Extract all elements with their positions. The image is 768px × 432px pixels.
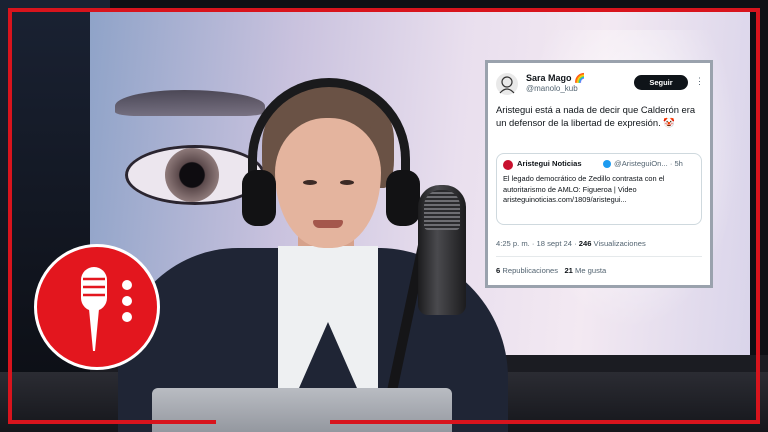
reposts-label[interactable]: Republicaciones (502, 266, 558, 275)
mouth (313, 220, 343, 228)
divider (496, 256, 702, 257)
likes-label[interactable]: Me gusta (575, 266, 606, 275)
reposts-count[interactable]: 6 (496, 266, 500, 275)
quoted-text: El legado democrático de Zedillo contras… (503, 174, 665, 204)
channel-logo (34, 244, 160, 370)
frame-bottom-left (8, 420, 216, 424)
verified-badge-icon (603, 160, 611, 168)
microphone-icon (81, 267, 132, 351)
quoted-avatar (503, 160, 513, 170)
avatar[interactable] (496, 73, 518, 95)
frame-left (8, 8, 12, 424)
avatar-icon (499, 76, 515, 94)
tweet-text: Aristegui está a nada de decir que Calde… (496, 104, 696, 128)
views-label: Visualizaciones (593, 239, 646, 248)
frame-bottom-right (330, 420, 760, 424)
frame-right (756, 8, 760, 424)
views-count: 246 (578, 239, 592, 248)
quoted-author-name: Aristegui Noticias (517, 159, 582, 168)
quoted-handle: @AristeguiOn... · 5h (614, 159, 683, 168)
headphones-right-cup (386, 170, 420, 226)
headphones-left-cup (242, 170, 276, 226)
tweet-time[interactable]: 4:25 p. m. · 18 sept 24 · (496, 239, 577, 248)
video-frame: Sara Mago 🌈 @manolo_kub Seguir ⋮ Aristeg… (0, 0, 768, 432)
microphone-grill (424, 190, 460, 230)
author-name[interactable]: Sara Mago 🌈 (526, 73, 585, 84)
tweet-meta: 4:25 p. m. · 18 sept 24 · 246 Visualizac… (496, 239, 646, 248)
more-options-icon[interactable]: ⋮ (695, 76, 704, 87)
author-handle[interactable]: @manolo_kub (526, 84, 578, 93)
quoted-tweet[interactable]: Aristegui Noticias @AristeguiOn... · 5h … (496, 153, 702, 225)
tweet-stats: 6 Republicaciones 21 Me gusta (496, 266, 606, 275)
likes-count[interactable]: 21 (564, 266, 572, 275)
frame-top (8, 8, 760, 12)
tweet-card: Sara Mago 🌈 @manolo_kub Seguir ⋮ Aristeg… (485, 60, 713, 288)
laptop (152, 388, 452, 432)
follow-button[interactable]: Seguir (634, 75, 688, 90)
